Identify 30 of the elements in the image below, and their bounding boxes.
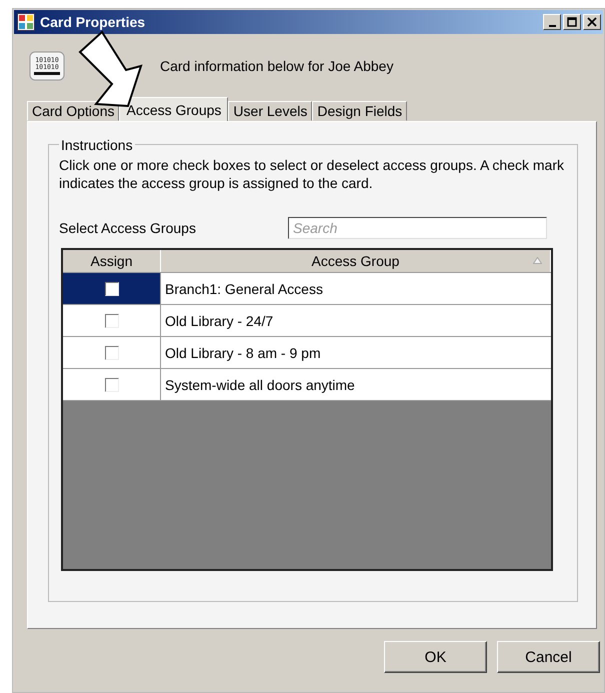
column-header-label: Access Group xyxy=(312,253,400,269)
tab[interactable]: Access Groups xyxy=(119,97,228,121)
maximize-button[interactable] xyxy=(563,14,581,30)
minimize-button[interactable] xyxy=(543,14,561,30)
table-cell-text: Old Library - 24/7 xyxy=(164,312,274,331)
table-cell-text: Branch1: General Access xyxy=(164,280,324,298)
instructions-text: Click one or more check boxes to select or deselect access groups. A check mark indicates the access group is assigned to the card. xyxy=(59,156,564,192)
checkbox[interactable] xyxy=(104,314,118,328)
close-icon xyxy=(587,17,597,27)
checkbox[interactable] xyxy=(104,378,118,392)
minimize-icon xyxy=(548,25,556,27)
maximize-icon xyxy=(567,17,577,27)
table-cell-text: Old Library - 8 am - 9 pm xyxy=(164,344,322,363)
checkbox[interactable] xyxy=(104,282,118,296)
select-label: Select Access Groups xyxy=(59,220,197,236)
checkbox[interactable] xyxy=(104,346,118,360)
column-header[interactable]: Assign xyxy=(63,250,161,272)
tab[interactable]: User Levels xyxy=(228,101,312,121)
window-title: Card Properties xyxy=(40,14,146,30)
dialog-button[interactable]: Cancel xyxy=(497,641,600,673)
search-field[interactable]: Search xyxy=(288,217,547,239)
tab[interactable]: Design Fields xyxy=(312,101,408,121)
group-title: Instructions xyxy=(59,137,135,153)
dialog-button[interactable]: OK xyxy=(384,641,487,673)
tab[interactable]: Card Options xyxy=(27,101,120,121)
card-info-text: Card information below for Joe Abbey xyxy=(160,58,394,74)
column-header[interactable]: Access Group xyxy=(161,250,551,272)
table-cell-text: System-wide all doors anytime xyxy=(164,376,356,395)
close-button[interactable] xyxy=(583,14,601,30)
app-icon xyxy=(17,13,35,31)
